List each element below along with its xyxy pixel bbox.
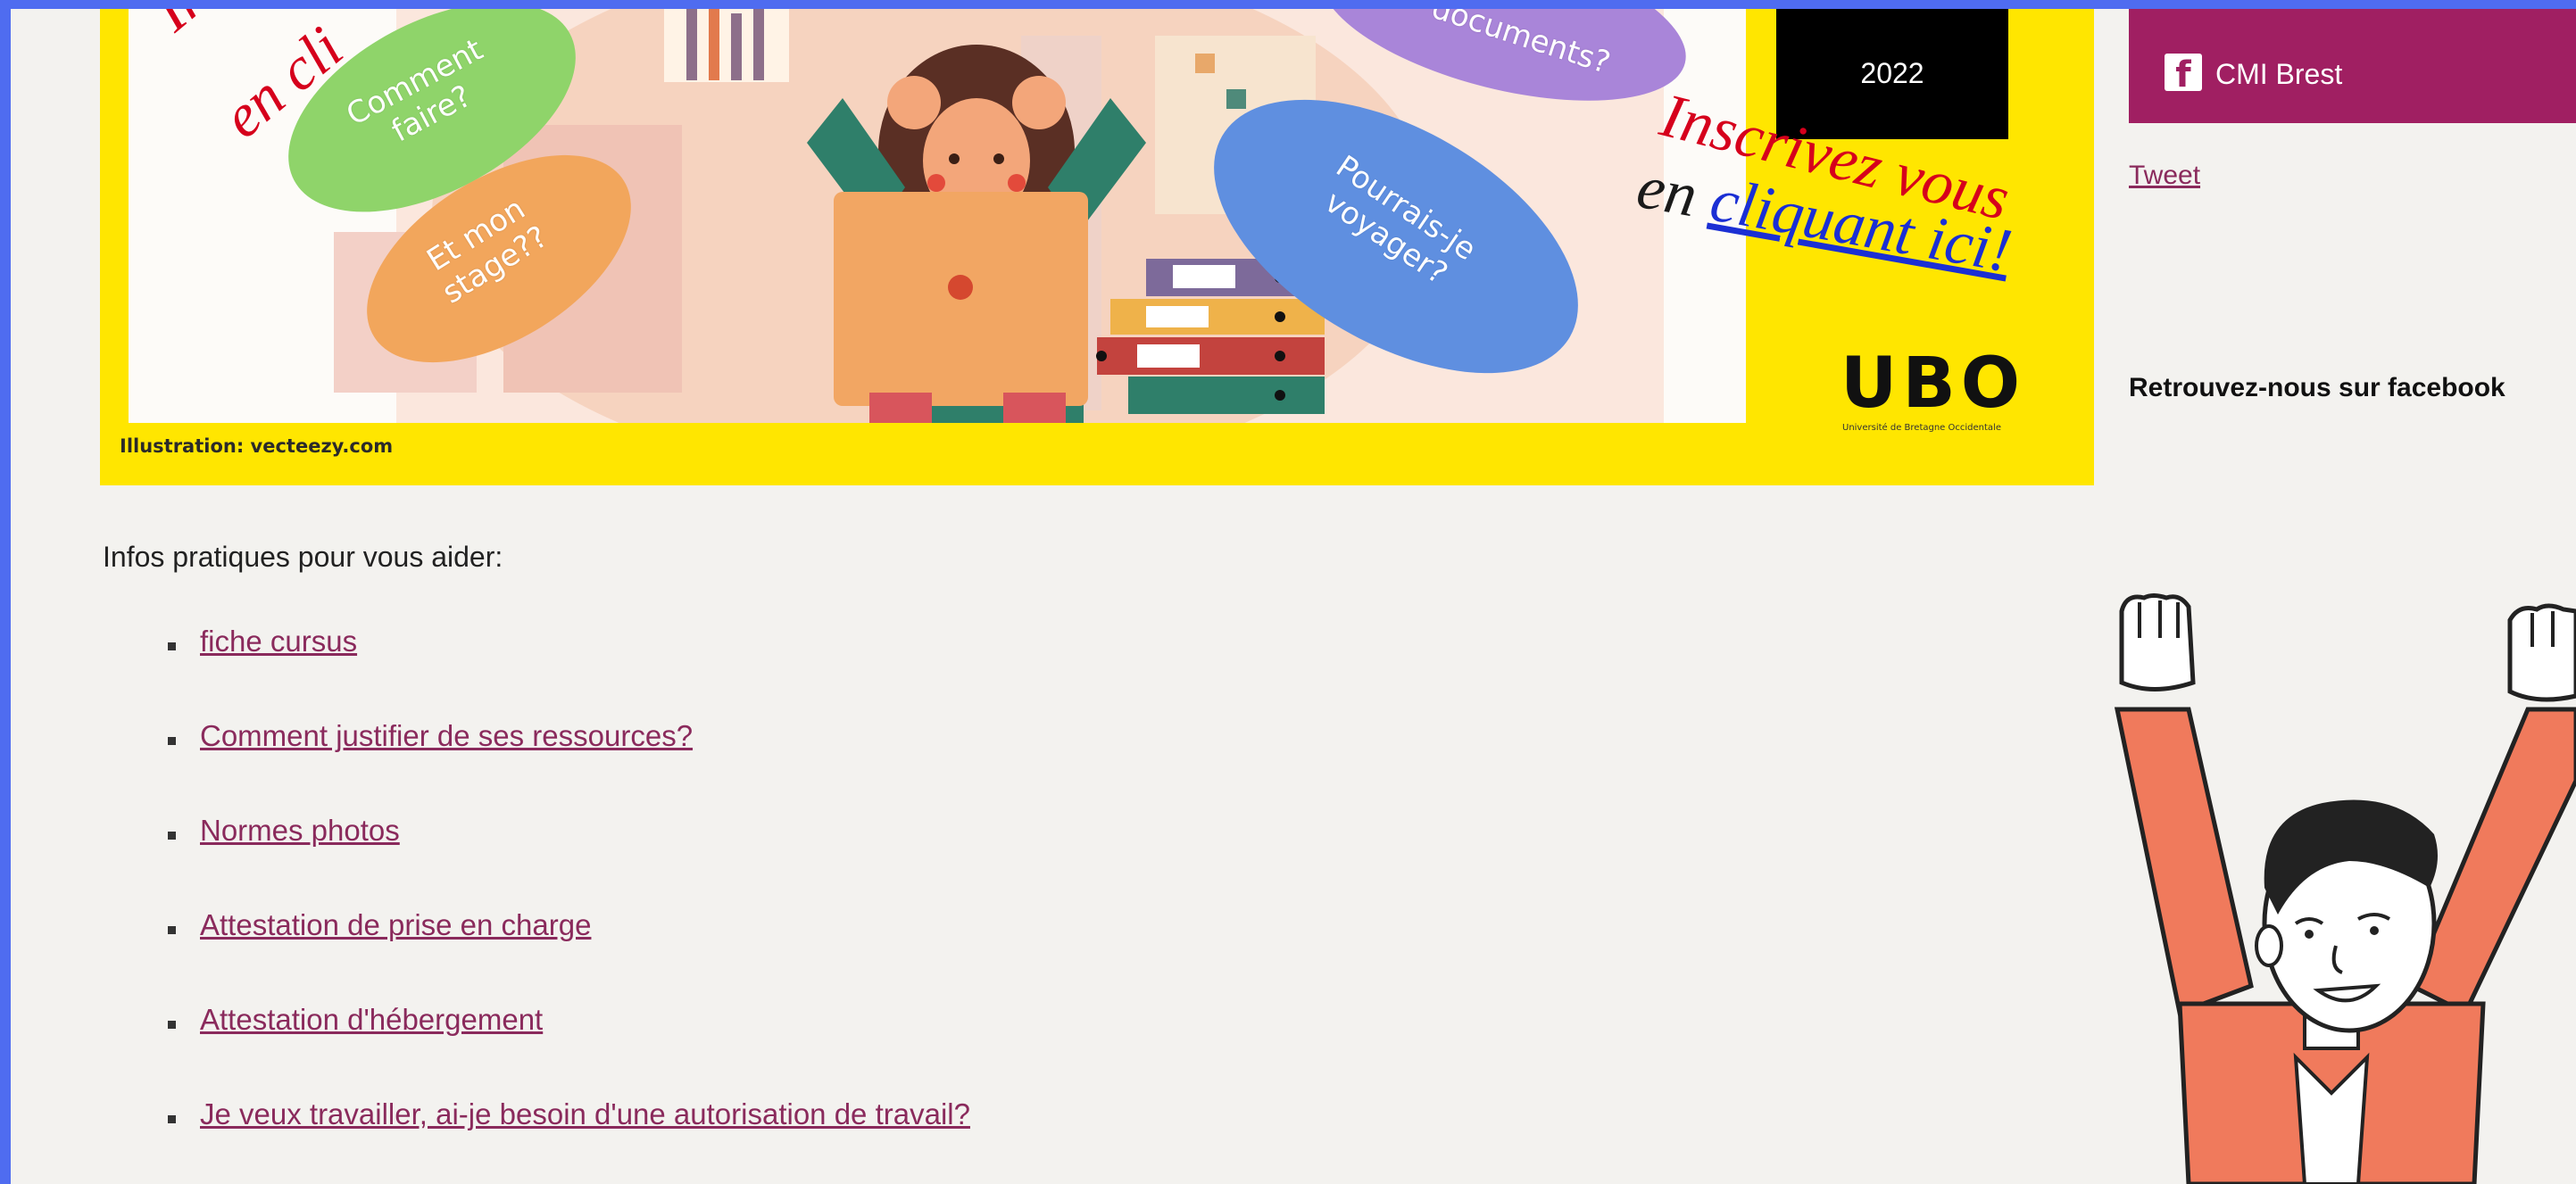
banner-cta-prefix: en [1632,152,1702,231]
link-attestation-prise-en-charge[interactable]: Attestation de prise en charge [200,908,591,942]
ubo-logo-subtitle: Université de Bretagne Occidentale [1842,423,2001,433]
bullet-icon [168,926,176,934]
bullet-icon [168,832,176,840]
bullet-icon [168,1021,176,1029]
cheering-man-illustration [2114,593,2576,1184]
facebook-page-label: CMI Brest [2215,58,2343,90]
illustration-credit: Illustration: vecteezy.com [120,435,394,457]
link-normes-photos[interactable]: Normes photos [200,814,400,848]
stressed-student-illustration: Comment faire? Et mon stage?? Pourrais-j… [129,9,1746,423]
link-justifier-ressources[interactable]: Comment justifier de ses ressources? [200,719,693,753]
link-fiche-cursus[interactable]: fiche cursus [200,625,357,658]
link-attestation-hebergement[interactable]: Attestation d'hébergement [200,1003,543,1037]
bullet-icon [168,1115,176,1123]
ubo-logo: UBO [1841,344,2026,424]
facebook-heading: Retrouvez-nous sur facebook [2129,373,2505,402]
facebook-icon: f [2165,54,2202,91]
facebook-page-button[interactable]: f CMI Brest [2129,9,2576,123]
tweet-link[interactable]: Tweet [2129,161,2200,191]
page: Comment faire? Et mon stage?? Pourrais-j… [11,9,2576,1184]
intro-text: Infos pratiques pour vous aider: [103,541,503,573]
cmi-banner-image[interactable]: Comment faire? Et mon stage?? Pourrais-j… [100,9,2094,485]
bullet-icon [168,737,176,745]
bullet-icon [168,642,176,650]
banner-year: 2022 [1860,57,1924,89]
link-autorisation-travail[interactable]: Je veux travailler, ai-je besoin d'une a… [200,1097,970,1131]
